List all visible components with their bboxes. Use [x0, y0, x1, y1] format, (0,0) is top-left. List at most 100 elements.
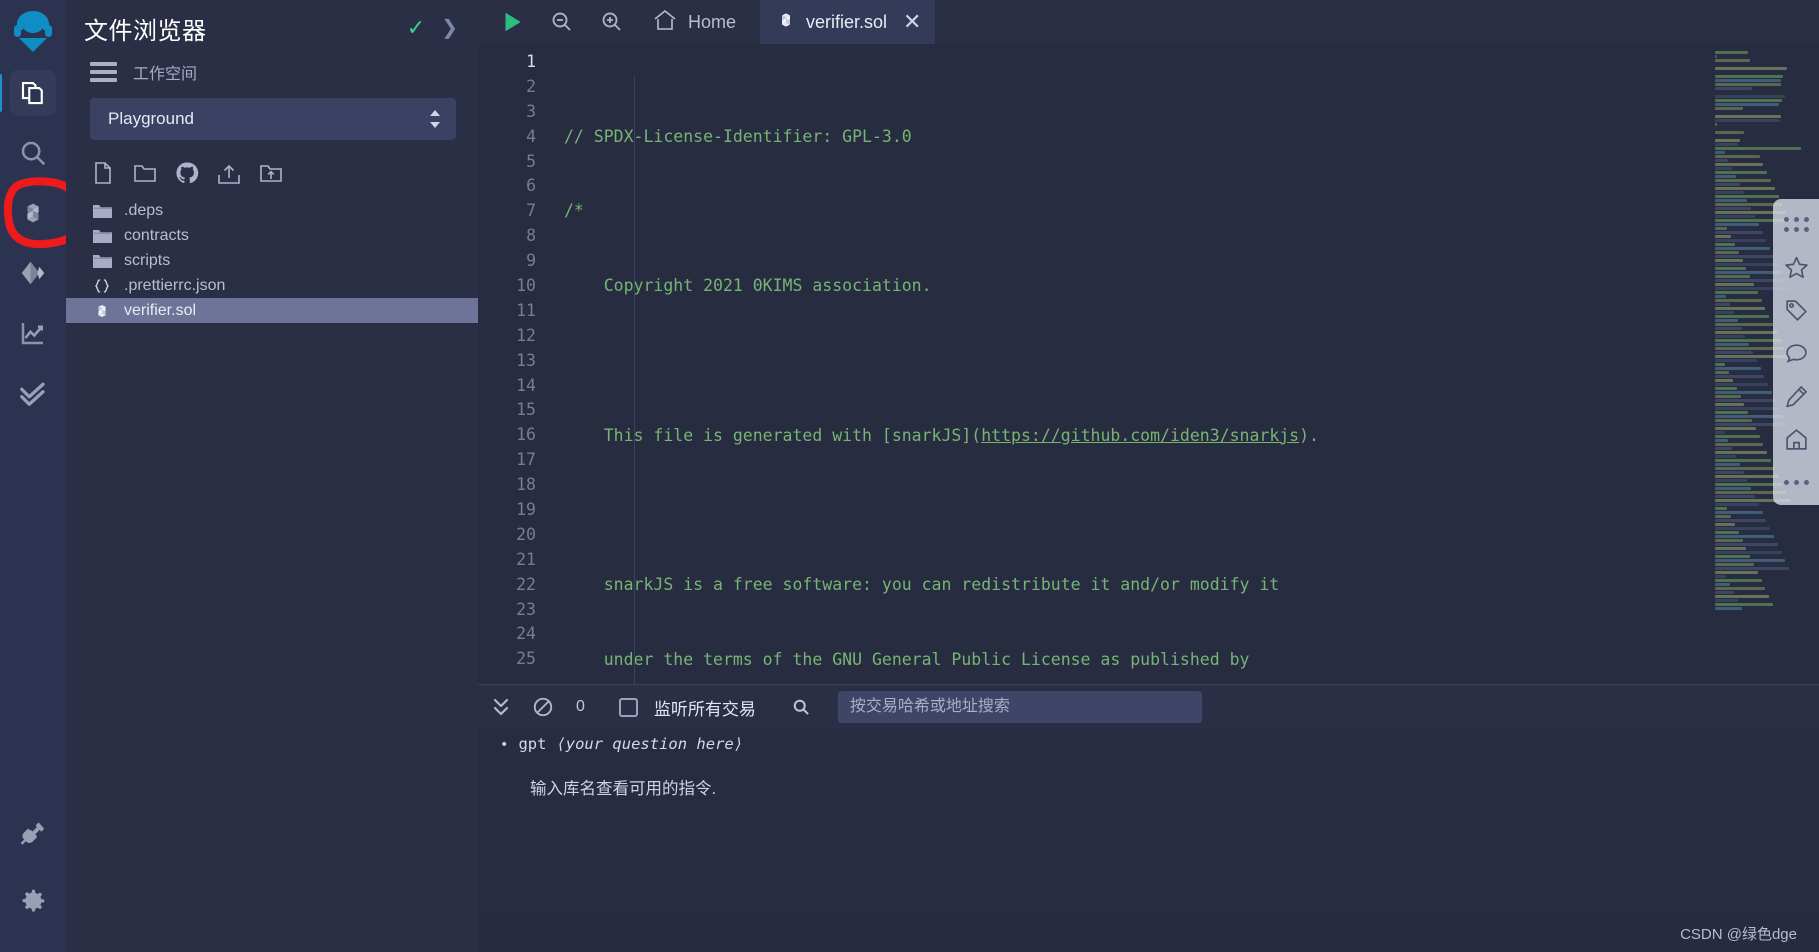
line-number: 7	[526, 201, 536, 221]
chevron-right-icon[interactable]: ❯	[441, 18, 458, 38]
minimap-line	[1715, 87, 1753, 90]
minimap-line	[1715, 79, 1781, 82]
editor-tabbar: Home verifier.sol ✕	[478, 0, 1819, 44]
line-number: 20	[516, 524, 536, 544]
minimap-line	[1715, 119, 1780, 122]
minimap-line	[1715, 139, 1740, 142]
line-number: 4	[526, 126, 536, 146]
grid-dots-icon[interactable]	[1783, 211, 1809, 237]
chevrons-down-icon[interactable]	[488, 694, 514, 720]
zoom-in-icon[interactable]	[598, 8, 626, 36]
minimap-line	[1715, 603, 1773, 606]
line-number: 15	[516, 400, 536, 420]
sidebar-item-solidity-compiler[interactable]	[10, 190, 56, 236]
list-item[interactable]: .deps	[66, 198, 478, 223]
minimap-line	[1715, 591, 1734, 594]
minimap-line	[1715, 447, 1733, 450]
line-number: 22	[516, 574, 536, 594]
tab-verifier-sol[interactable]: verifier.sol ✕	[760, 0, 936, 44]
sidebar-item-plugin-manager[interactable]	[10, 810, 56, 856]
sidebar-item-settings[interactable]	[10, 878, 56, 924]
minimap-line	[1715, 107, 1743, 110]
minimap-line	[1715, 215, 1755, 218]
minimap-line	[1715, 267, 1747, 270]
code-editor[interactable]: 1 2 3 4 5 6 7 8 9 10 11 12 13 14 15 16 1	[478, 44, 1819, 684]
minimap-line	[1715, 155, 1760, 158]
ellipsis-icon[interactable]	[1783, 469, 1809, 495]
sidebar-item-analysis[interactable]	[10, 310, 56, 356]
minimap-line	[1715, 167, 1733, 170]
code-line: This file is generated with [snarkJS](ht…	[564, 424, 1819, 449]
hamburger-icon[interactable]	[90, 62, 117, 82]
sidebar-item-search[interactable]	[10, 130, 56, 176]
list-item[interactable]: scripts	[66, 248, 478, 273]
star-icon[interactable]	[1783, 254, 1809, 280]
bullet-icon: •	[500, 737, 509, 753]
link-snarkjs[interactable]: https://github.com/iden3/snarkjs	[981, 426, 1299, 445]
zoom-out-icon[interactable]	[548, 8, 576, 36]
solidity-icon	[92, 302, 112, 320]
minimap-line	[1715, 303, 1731, 306]
list-item[interactable]: verifier.sol	[66, 298, 478, 323]
file-explorer-header-actions: ✓ ❯	[407, 17, 464, 39]
minimap-line	[1715, 179, 1772, 182]
upload-folder-icon[interactable]	[258, 160, 284, 186]
minimap-line	[1715, 387, 1737, 390]
minimap-line	[1715, 243, 1735, 246]
minimap-line	[1715, 523, 1735, 526]
sidebar-item-unit-testing[interactable]	[10, 370, 56, 416]
line-number: 3	[526, 101, 536, 121]
play-icon[interactable]	[498, 8, 526, 36]
folder-icon	[92, 228, 112, 244]
line-number: 5	[526, 151, 536, 171]
github-icon[interactable]	[174, 160, 200, 186]
line-number: 24	[516, 624, 536, 644]
pencil-icon[interactable]	[1783, 383, 1809, 409]
transaction-search-input[interactable]	[837, 691, 1202, 723]
list-item[interactable]: .prettierrc.json	[66, 273, 478, 298]
line-number: 9	[526, 251, 536, 271]
minimap-line	[1715, 259, 1743, 262]
minimap-line	[1715, 59, 1751, 62]
minimap-line	[1715, 543, 1778, 546]
workspace-select[interactable]: Playground	[90, 98, 456, 140]
line-number: 17	[516, 450, 536, 470]
minimap-line	[1715, 175, 1736, 178]
tab-home[interactable]: Home	[652, 8, 736, 37]
code-content[interactable]: // SPDX-License-Identifier: GPL-3.0 /* C…	[550, 44, 1819, 684]
minimap-line	[1715, 151, 1725, 154]
minimap-line	[1715, 239, 1767, 242]
home-icon[interactable]	[1783, 426, 1809, 452]
listen-all-transactions-checkbox[interactable]	[618, 697, 638, 717]
new-folder-icon[interactable]	[132, 160, 158, 186]
close-icon[interactable]: ✕	[897, 11, 921, 33]
line-number: 2	[526, 76, 536, 96]
upload-gist-icon[interactable]	[216, 160, 242, 186]
minimap-line	[1715, 551, 1782, 554]
terminal-log-line: • gpt ⟨your question here⟩	[478, 735, 1819, 753]
check-icon[interactable]: ✓	[407, 17, 425, 39]
minimap-line	[1715, 567, 1790, 570]
tab-home-label: Home	[688, 11, 737, 32]
sidebar-item-file-explorer[interactable]	[0, 70, 56, 116]
list-item-label: verifier.sol	[124, 301, 197, 319]
minimap-line	[1715, 315, 1770, 318]
new-file-icon[interactable]	[90, 160, 116, 186]
line-number: 1	[526, 52, 536, 71]
workspace-label: 工作空间	[133, 66, 198, 83]
minimap-line	[1715, 547, 1747, 550]
ban-circle-icon[interactable]	[530, 694, 556, 720]
home-icon	[652, 8, 678, 37]
minimap-line	[1715, 363, 1726, 366]
minimap-line	[1715, 391, 1772, 394]
minimap-line	[1715, 559, 1786, 562]
minimap-line	[1715, 555, 1751, 558]
search-icon[interactable]	[788, 694, 814, 720]
sidebar-item-deploy-run[interactable]	[10, 250, 56, 296]
list-item[interactable]: contracts	[66, 223, 478, 248]
speech-bubble-icon[interactable]	[1783, 340, 1809, 366]
file-explorer-panel: 文件浏览器 ✓ ❯ 工作空间 Playground .deps contract…	[66, 0, 478, 952]
line-number: 25	[516, 649, 536, 669]
minimap-line	[1715, 439, 1729, 442]
tag-icon[interactable]	[1783, 297, 1809, 323]
